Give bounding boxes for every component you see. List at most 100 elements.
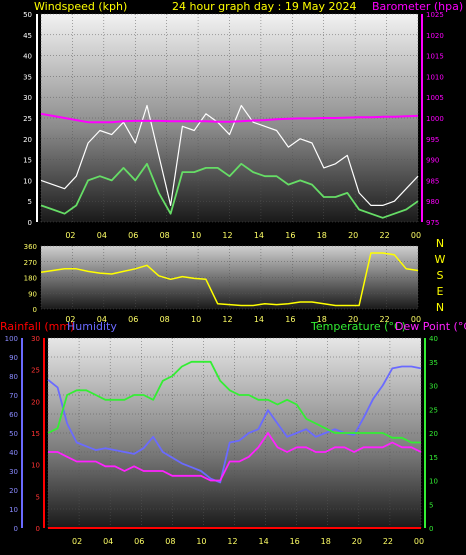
temperature-tick-label: 10 (429, 478, 438, 486)
barometer-tick-label: 995 (426, 136, 439, 144)
humidity-tick-label: 100 (5, 335, 18, 343)
compass-label: E (437, 285, 444, 298)
x-tick-label: 04 (97, 315, 107, 324)
barometer-tick-label: 1025 (426, 11, 444, 19)
x-tick-label: 04 (103, 537, 113, 546)
x-tick-label: 00 (411, 231, 421, 240)
direction-tick-label: 0 (33, 306, 37, 314)
windspeed-tick-label: 50 (23, 11, 32, 19)
rain-tick-label: 25 (31, 367, 40, 375)
x-tick-label: 12 (222, 315, 232, 324)
barometer-axis-label: Barometer (hpa) (372, 0, 463, 13)
humidity-tick-label: 70 (9, 392, 18, 400)
windspeed-tick-label: 5 (28, 198, 32, 206)
windspeed-axis-label: Windspeed (kph) (34, 0, 127, 13)
dewpoint-axis-label: Dew Point (°C) (395, 320, 466, 333)
x-tick-label: 10 (191, 315, 201, 324)
temperature-tick-label: 30 (429, 383, 438, 391)
weather-charts-svg: Windspeed (kph) 24 hour graph day : 19 M… (0, 0, 466, 546)
windspeed-tick-label: 15 (23, 157, 32, 165)
x-tick-label: 18 (321, 537, 331, 546)
windspeed-tick-label: 25 (23, 115, 32, 123)
barometer-tick-label: 1010 (426, 73, 444, 81)
x-tick-label: 20 (352, 537, 362, 546)
x-tick-label: 06 (128, 315, 138, 324)
x-tick-label: 18 (317, 315, 327, 324)
rain-tick-label: 5 (36, 493, 40, 501)
direction-tick-label: 90 (28, 290, 37, 298)
humidity-tick-label: 90 (9, 354, 18, 362)
x-tick-label: 12 (222, 231, 232, 240)
barometer-tick-label: 1015 (426, 53, 444, 61)
x-tick-label: 12 (227, 537, 237, 546)
direction-tick-label: 180 (24, 275, 37, 283)
compass-label: W (435, 253, 446, 266)
x-tick-label: 22 (383, 537, 393, 546)
chart-title: 24 hour graph day : 19 May 2024 (172, 0, 357, 13)
x-tick-label: 08 (160, 231, 170, 240)
temperature-tick-label: 5 (429, 501, 433, 509)
humidity-tick-label: 10 (9, 506, 18, 514)
temperature-tick-label: 25 (429, 406, 438, 414)
x-tick-label: 02 (65, 315, 75, 324)
x-tick-label: 14 (258, 537, 268, 546)
rain-tick-label: 0 (36, 525, 40, 533)
windspeed-tick-label: 35 (23, 73, 32, 81)
rain-tick-label: 10 (31, 462, 40, 470)
x-tick-label: 14 (254, 231, 264, 240)
x-tick-label: 04 (97, 231, 107, 240)
temperature-tick-label: 15 (429, 454, 438, 462)
x-tick-label: 10 (196, 537, 206, 546)
x-tick-label: 10 (191, 231, 201, 240)
rainfall-axis-label: Rainfall (mm) (0, 320, 74, 333)
humidity-tick-label: 50 (9, 430, 18, 438)
x-tick-label: 14 (254, 315, 264, 324)
x-tick-label: 18 (317, 231, 327, 240)
barometer-tick-label: 1020 (426, 32, 444, 40)
temperature-tick-label: 40 (429, 335, 438, 343)
humidity-tick-label: 40 (9, 449, 18, 457)
humidity-tick-label: 0 (14, 525, 18, 533)
humidity-tick-label: 20 (9, 487, 18, 495)
temperature-tick-label: 0 (429, 525, 433, 533)
barometer-tick-label: 975 (426, 219, 439, 227)
humidity-tick-label: 60 (9, 411, 18, 419)
windspeed-tick-label: 30 (23, 94, 32, 102)
x-tick-label: 00 (411, 315, 421, 324)
barometer-tick-label: 985 (426, 177, 439, 185)
windspeed-tick-label: 0 (28, 219, 32, 227)
weather-graph-page: Windspeed (kph) 24 hour graph day : 19 M… (0, 0, 466, 555)
x-tick-label: 08 (165, 537, 175, 546)
humidity-tick-label: 30 (9, 468, 18, 476)
compass-label: S (437, 269, 444, 282)
x-tick-label: 22 (379, 315, 389, 324)
temperature-tick-label: 35 (429, 359, 438, 367)
x-tick-label: 22 (379, 231, 389, 240)
x-tick-label: 06 (128, 231, 138, 240)
direction-tick-label: 360 (24, 243, 37, 251)
x-tick-label: 06 (134, 537, 144, 546)
windspeed-tick-label: 40 (23, 53, 32, 61)
direction-tick-label: 270 (24, 259, 37, 267)
rain-tick-label: 20 (31, 398, 40, 406)
humidity-tick-label: 80 (9, 373, 18, 381)
windspeed-tick-label: 45 (23, 32, 32, 40)
compass-label: N (436, 237, 444, 250)
compass-label: N (436, 301, 444, 314)
rain-tick-label: 15 (31, 430, 40, 438)
windspeed-tick-label: 20 (23, 136, 32, 144)
windspeed-tick-label: 10 (23, 177, 32, 185)
rain-tick-label: 30 (31, 335, 40, 343)
barometer-tick-label: 1005 (426, 94, 444, 102)
x-tick-label: 16 (290, 537, 300, 546)
x-tick-label: 16 (285, 315, 295, 324)
x-tick-label: 00 (414, 537, 424, 546)
x-tick-label: 08 (160, 315, 170, 324)
barometer-tick-label: 980 (426, 198, 439, 206)
x-tick-label: 20 (348, 315, 358, 324)
barometer-tick-label: 1000 (426, 115, 444, 123)
x-tick-label: 02 (72, 537, 82, 546)
x-tick-label: 02 (65, 231, 75, 240)
temperature-tick-label: 20 (429, 430, 438, 438)
barometer-tick-label: 990 (426, 157, 439, 165)
